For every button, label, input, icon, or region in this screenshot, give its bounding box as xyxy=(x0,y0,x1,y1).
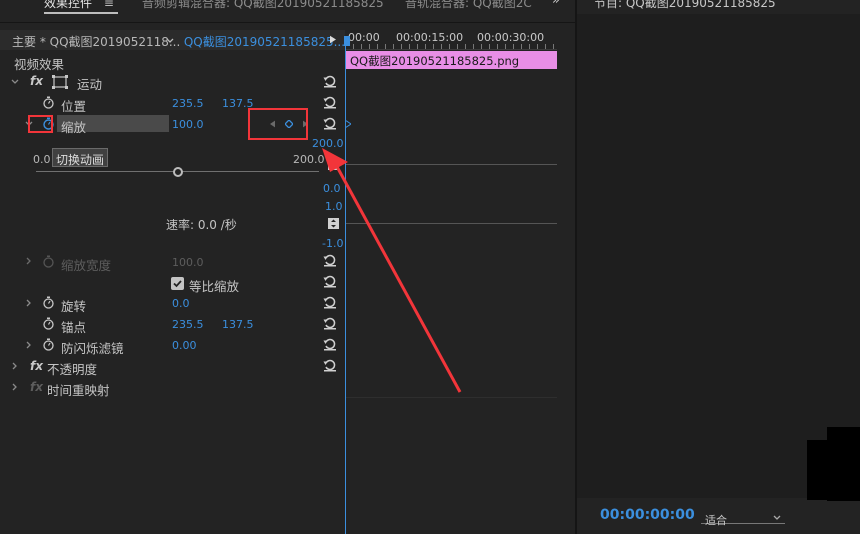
motion-label: 运动 xyxy=(77,77,103,92)
scale-slider-max: 200.0 xyxy=(293,153,325,166)
tab-program[interactable]: 节目: QQ截图20190521185825 xyxy=(594,0,776,11)
stopwatch-annotation-box xyxy=(28,115,53,133)
scale-value[interactable]: 100.0 xyxy=(172,118,204,131)
rotation-label: 旋转 xyxy=(61,299,87,314)
speed-axis-bottom: -1.0 xyxy=(322,237,344,250)
tab-audio-clip-mixer-label: 音频剪辑混合器: QQ截图20190521185825 xyxy=(142,0,384,10)
tab-effects-controls-label: 效果控件 xyxy=(44,0,93,10)
reset-icon[interactable] xyxy=(323,274,337,288)
tab-audio-track-mixer[interactable]: 音轨混合器: QQ截图2C xyxy=(405,0,532,11)
timeline-ruler[interactable]: 00:00 00:00:15:00 00:00:30:00 xyxy=(345,30,557,50)
stopwatch-icon[interactable] xyxy=(42,296,55,309)
anchor-label: 锚点 xyxy=(61,320,87,335)
reset-icon[interactable] xyxy=(323,316,337,330)
toggle-animation-tooltip: 切换动画 xyxy=(52,148,109,167)
chevron-down-icon xyxy=(166,38,174,43)
opacity-label: 不透明度 xyxy=(47,362,98,377)
reset-icon[interactable] xyxy=(323,95,337,109)
panel-menu-icon[interactable]: ≡ xyxy=(104,0,114,10)
chevron-right-icon[interactable] xyxy=(11,383,19,391)
scale-label: 缩放 xyxy=(61,120,87,135)
transform-box-icon[interactable] xyxy=(52,75,70,89)
antiflicker-value[interactable]: 0.00 xyxy=(172,339,197,352)
speed-graph-expand-icon[interactable] xyxy=(328,218,339,229)
chevron-right-icon[interactable] xyxy=(25,257,33,265)
master-clip-label[interactable]: 主要 * QQ截图2019052118... xyxy=(12,33,180,50)
keyframe-annotation-box xyxy=(248,108,308,140)
time-remap-label: 时间重映射 xyxy=(47,383,110,398)
value-graph-baseline xyxy=(346,164,557,165)
speed-graph-baseline xyxy=(346,223,557,224)
tab-bar: 效果控件 ≡ 音频剪辑混合器: QQ截图20190521185825 音轨混合器… xyxy=(0,0,575,22)
speed-label: 速率: 0.0 /秒 xyxy=(166,218,237,232)
program-panel: 节目: QQ截图20190521185825 00:00:00:00 适合 xyxy=(577,0,860,534)
timeline-clip[interactable]: QQ截图20190521185825.png xyxy=(346,51,557,69)
graph-expand-icon[interactable] xyxy=(328,159,339,170)
stopwatch-icon[interactable] xyxy=(42,338,55,351)
position-label: 位置 xyxy=(61,99,87,114)
graph-axis-top: 200.0 xyxy=(312,137,344,150)
play-only-icon[interactable] xyxy=(330,35,336,44)
scale-slider-min: 0.0 xyxy=(33,153,51,166)
effects-controls-panel xyxy=(0,22,575,534)
fx-toggle-icon[interactable]: fx xyxy=(30,359,43,373)
fx-disabled-icon: fx xyxy=(30,380,43,394)
scale-width-value: 100.0 xyxy=(172,256,204,269)
clip-dropdown[interactable]: QQ截图20190521185825... xyxy=(166,33,345,50)
program-timecode[interactable]: 00:00:00:00 xyxy=(600,507,695,523)
playhead-handle[interactable] xyxy=(344,36,350,46)
source-header: 主要 * QQ截图2019052118... QQ截图2019052118582… xyxy=(0,30,345,50)
ruler-ticks xyxy=(345,44,557,49)
tab-audio-track-mixer-label: 音轨混合器: QQ截图2C xyxy=(405,0,532,10)
chevron-right-icon[interactable] xyxy=(11,362,19,370)
program-monitor-screen[interactable] xyxy=(577,14,860,498)
keyframe-row-divider xyxy=(346,397,557,398)
antiflicker-label: 防闪烁滤镜 xyxy=(61,341,124,356)
tab-audio-clip-mixer[interactable]: 音频剪辑混合器: QQ截图20190521185825 xyxy=(142,0,384,11)
playhead-line xyxy=(345,46,346,534)
program-video-edge xyxy=(807,440,827,500)
chevron-down-icon xyxy=(773,515,781,520)
checkmark-icon xyxy=(173,280,182,288)
clip-dropdown-label: QQ截图20190521185825... xyxy=(183,35,346,49)
scale-width-label: 缩放宽度 xyxy=(61,258,112,273)
reset-icon[interactable] xyxy=(323,337,337,351)
position-x-value[interactable]: 235.5 xyxy=(172,97,204,110)
reset-icon[interactable] xyxy=(323,116,337,130)
ruler-tick-label: 00:00 xyxy=(348,31,380,44)
scale-slider-handle[interactable] xyxy=(173,167,183,177)
reset-icon[interactable] xyxy=(323,253,337,267)
fit-dropdown-label: 适合 xyxy=(705,514,727,527)
uniform-scale-checkbox[interactable] xyxy=(171,277,184,290)
fit-dropdown[interactable]: 适合 xyxy=(701,510,785,527)
timeline-keyframe-marker-icon xyxy=(346,120,351,128)
tabs-overflow-icon[interactable]: » xyxy=(552,0,560,8)
active-tab-underline xyxy=(44,12,118,14)
ruler-tick-label: 00:00:30:00 xyxy=(477,31,545,44)
fx-toggle-icon[interactable]: fx xyxy=(30,74,43,88)
stopwatch-icon[interactable] xyxy=(42,317,55,330)
ruler-tick-label: 00:00:15:00 xyxy=(396,31,464,44)
speed-axis-top: 1.0 xyxy=(325,200,343,213)
uniform-scale-label: 等比缩放 xyxy=(189,279,240,294)
chevron-right-icon[interactable] xyxy=(25,341,33,349)
reset-icon[interactable] xyxy=(323,358,337,372)
program-video-frame xyxy=(827,427,860,501)
chevron-right-icon[interactable] xyxy=(25,299,33,307)
stopwatch-icon xyxy=(43,255,54,268)
chevron-down-icon[interactable] xyxy=(11,78,19,86)
anchor-x-value[interactable]: 235.5 xyxy=(172,318,204,331)
rotation-value[interactable]: 0.0 xyxy=(172,297,190,310)
reset-icon[interactable] xyxy=(323,74,337,88)
reset-icon[interactable] xyxy=(323,295,337,309)
video-effects-title: 视频效果 xyxy=(14,57,65,72)
stopwatch-icon[interactable] xyxy=(42,96,55,109)
timeline-clip-label: QQ截图20190521185825.png xyxy=(350,54,520,68)
anchor-y-value[interactable]: 137.5 xyxy=(222,318,254,331)
graph-axis-mid: 0.0 xyxy=(323,182,341,195)
